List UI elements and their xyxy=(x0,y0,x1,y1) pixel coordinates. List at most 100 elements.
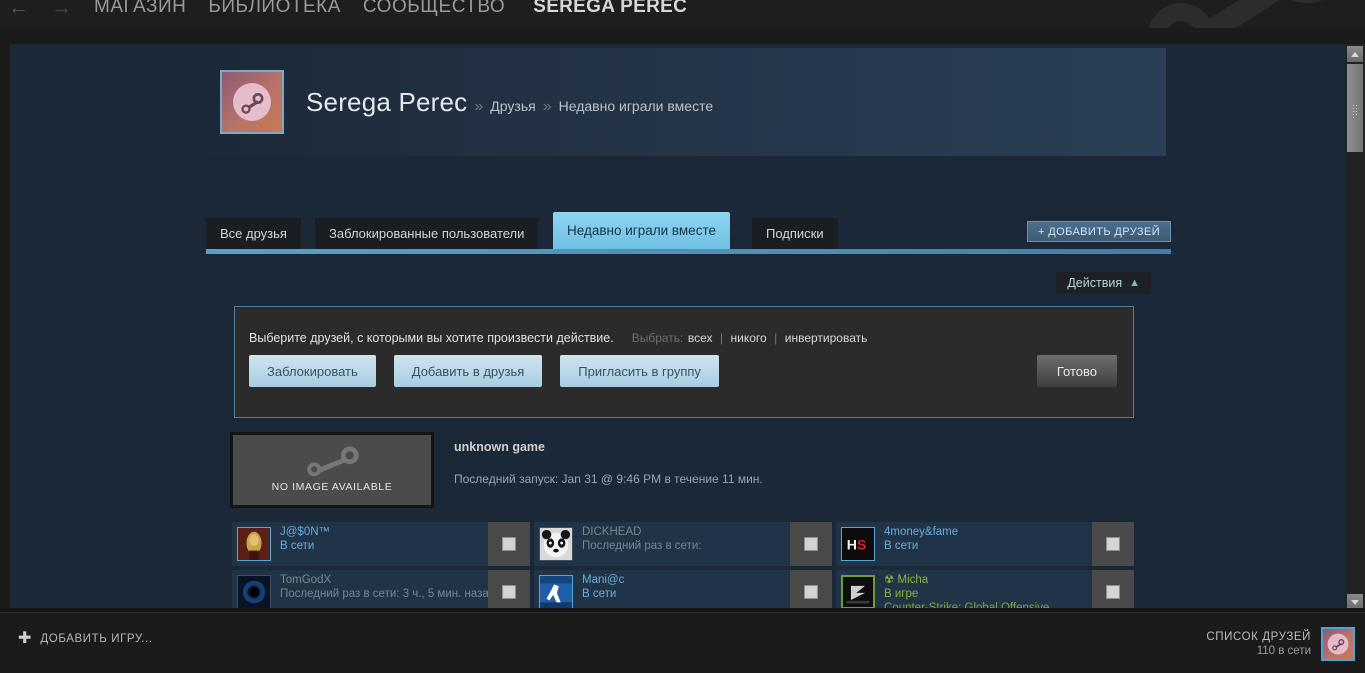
friend-name[interactable]: Mani@c xyxy=(582,573,790,587)
checkbox-unchecked-icon[interactable] xyxy=(502,585,516,599)
scroll-up-arrow-icon[interactable] xyxy=(1347,46,1363,62)
done-button[interactable]: Готово xyxy=(1036,355,1117,387)
page-scroll-area: Serega Perec » Друзья » Недавно играли в… xyxy=(10,44,1335,612)
steam-logo-icon xyxy=(1327,633,1349,655)
nav-back-icon[interactable]: ← xyxy=(8,0,29,18)
actions-button-label: Действия xyxy=(1067,276,1123,290)
avatar-art-panda xyxy=(540,528,572,560)
friend-row[interactable]: J@$0N™ В сети xyxy=(232,522,530,566)
friend-info: Mani@c В сети xyxy=(573,570,790,612)
friend-checkbox-cell[interactable] xyxy=(1092,570,1134,612)
checkbox-unchecked-icon[interactable] xyxy=(1106,585,1120,599)
friend-status: В сети xyxy=(280,540,315,552)
nav-username[interactable]: SEREGA PEREC xyxy=(533,0,687,18)
avatar-art-hs-logo: H S xyxy=(842,528,874,560)
avatar[interactable] xyxy=(220,70,284,134)
friend-row[interactable]: TomGodX Последний раз в сети: 3 ч., 5 ми… xyxy=(232,570,530,612)
avatar[interactable] xyxy=(841,575,875,609)
avatar[interactable] xyxy=(237,575,271,609)
nav-forward-icon[interactable]: → xyxy=(51,0,72,18)
bulk-action-buttons: Заблокировать Добавить в друзья Пригласи… xyxy=(249,355,719,387)
bottom-bar: ✚ ДОБАВИТЬ ИГРУ... СПИСОК ДРУЗЕЙ 110 в с… xyxy=(0,612,1365,673)
tab-recently-played-together[interactable]: Недавно играли вместе xyxy=(553,212,730,249)
page-title[interactable]: Serega Perec xyxy=(306,87,467,118)
friend-checkbox-cell[interactable] xyxy=(790,522,832,566)
friend-name[interactable]: ☢ Micha xyxy=(884,573,1092,587)
friends-column-1: J@$0N™ В сети TomGodX Последний раз в се… xyxy=(232,522,534,612)
avatar-wrap: H S xyxy=(836,522,875,566)
friend-checkbox-cell[interactable] xyxy=(790,570,832,612)
add-to-friends-button[interactable]: Добавить в друзья xyxy=(393,355,543,387)
breadcrumb-friends[interactable]: Друзья xyxy=(490,98,535,114)
steam-logo-icon xyxy=(307,446,359,477)
nav-link-store[interactable]: МАГАЗИН xyxy=(94,0,186,18)
select-links-group: Выбрать: всех | никого | инвертировать xyxy=(632,329,868,347)
select-invert-link[interactable]: инвертировать xyxy=(785,331,868,345)
breadcrumb-recently-played-together: Недавно играли вместе xyxy=(558,97,714,114)
no-image-label: NO IMAGE AVAILABLE xyxy=(271,481,393,493)
actions-button[interactable]: Действия ▲ xyxy=(1056,272,1151,294)
profile-header-banner: Serega Perec » Друзья » Недавно играли в… xyxy=(186,48,1166,156)
avatar[interactable]: H S xyxy=(841,527,875,561)
checkbox-unchecked-icon[interactable] xyxy=(804,585,818,599)
scrollbar-thumb-grip xyxy=(1352,104,1359,118)
friends-list-text: СПИСОК ДРУЗЕЙ 110 в сети xyxy=(1206,631,1311,657)
nav-link-library[interactable]: БИБЛИОТЕКА xyxy=(208,0,341,18)
add-game-label: ДОБАВИТЬ ИГРУ... xyxy=(40,633,153,645)
friend-name[interactable]: 4money&fame xyxy=(884,525,1092,539)
avatar[interactable] xyxy=(539,527,573,561)
friend-row[interactable]: DICKHEAD Последний раз в сети: xyxy=(534,522,832,566)
friend-status: В сети xyxy=(884,540,919,552)
svg-text:H: H xyxy=(847,537,857,553)
top-navigation-bar: ← → МАГАЗИН БИБЛИОТЕКА СООБЩЕСТВО SEREGA… xyxy=(0,0,1365,28)
friend-name[interactable]: TomGodX xyxy=(280,573,488,587)
friend-row[interactable]: Mani@c В сети xyxy=(534,570,832,612)
game-section: NO IMAGE AVAILABLE unknown game Последни… xyxy=(230,432,763,508)
game-capsule-placeholder[interactable]: NO IMAGE AVAILABLE xyxy=(230,432,434,508)
game-last-played: Последний запуск: Jan 31 @ 9:46 PM в теч… xyxy=(454,472,763,486)
breadcrumb-separator-1: » xyxy=(474,97,484,115)
add-friends-button[interactable]: + ДОБАВИТЬ ДРУЗЕЙ xyxy=(1026,221,1171,242)
invite-to-group-button[interactable]: Пригласить в группу xyxy=(560,355,719,387)
checkbox-unchecked-icon[interactable] xyxy=(502,537,516,551)
friend-checkbox-cell[interactable] xyxy=(488,522,530,566)
friend-name[interactable]: DICKHEAD xyxy=(582,525,790,539)
friend-status: В игре xyxy=(884,588,919,600)
select-all-link[interactable]: всех xyxy=(688,331,713,345)
svg-text:S: S xyxy=(857,537,866,553)
steam-client-window: ← → МАГАЗИН БИБЛИОТЕКА СООБЩЕСТВО SEREGA… xyxy=(0,0,1365,673)
block-button[interactable]: Заблокировать xyxy=(249,355,376,387)
tab-bar: Все друзья Заблокированные пользователи … xyxy=(206,212,1171,254)
avatar[interactable] xyxy=(1321,627,1355,661)
steam-logo-icon xyxy=(233,83,271,121)
friend-name[interactable]: J@$0N™ xyxy=(280,525,488,539)
scrollbar-thumb[interactable] xyxy=(1347,64,1363,152)
avatar[interactable] xyxy=(237,527,271,561)
add-game-button[interactable]: ✚ ДОБАВИТЬ ИГРУ... xyxy=(18,631,153,647)
friend-info: ☢ Micha В игре Counter-Strike: Global Of… xyxy=(875,570,1092,612)
friends-list-button[interactable]: СПИСОК ДРУЗЕЙ 110 в сети xyxy=(1206,627,1355,661)
friend-row[interactable]: H S 4money&fame В сети xyxy=(836,522,1134,566)
friends-column-3: H S 4money&fame В сети ☢ Micha В игре Co… xyxy=(836,522,1138,612)
friend-status: Последний раз в сети: 3 ч., 5 мин. назад xyxy=(280,588,488,600)
friend-checkbox-cell[interactable] xyxy=(1092,522,1134,566)
select-none-link[interactable]: никого xyxy=(731,331,767,345)
friend-row[interactable]: ☢ Micha В игре Counter-Strike: Global Of… xyxy=(836,570,1134,612)
tab-blocked-users[interactable]: Заблокированные пользователи xyxy=(315,218,539,249)
friend-checkbox-cell[interactable] xyxy=(488,570,530,612)
tab-following[interactable]: Подписки xyxy=(752,218,838,249)
tab-all-friends[interactable]: Все друзья xyxy=(206,218,301,249)
nav-link-community[interactable]: СООБЩЕСТВО xyxy=(363,0,505,18)
avatar-art-z-emblem xyxy=(843,577,873,607)
checkbox-unchecked-icon[interactable] xyxy=(804,537,818,551)
friend-status: В сети xyxy=(582,588,617,600)
avatar-wrap xyxy=(232,522,271,566)
bulk-action-prompt: Выберите друзей, с которыми вы хотите пр… xyxy=(249,331,614,345)
friends-grid: J@$0N™ В сети TomGodX Последний раз в се… xyxy=(232,522,1137,612)
checkbox-unchecked-icon[interactable] xyxy=(1106,537,1120,551)
game-title[interactable]: unknown game xyxy=(454,440,763,454)
avatar[interactable] xyxy=(539,575,573,609)
friend-info: DICKHEAD Последний раз в сети: xyxy=(573,522,790,566)
vertical-scrollbar[interactable] xyxy=(1345,44,1365,612)
avatar-wrap xyxy=(534,570,573,612)
